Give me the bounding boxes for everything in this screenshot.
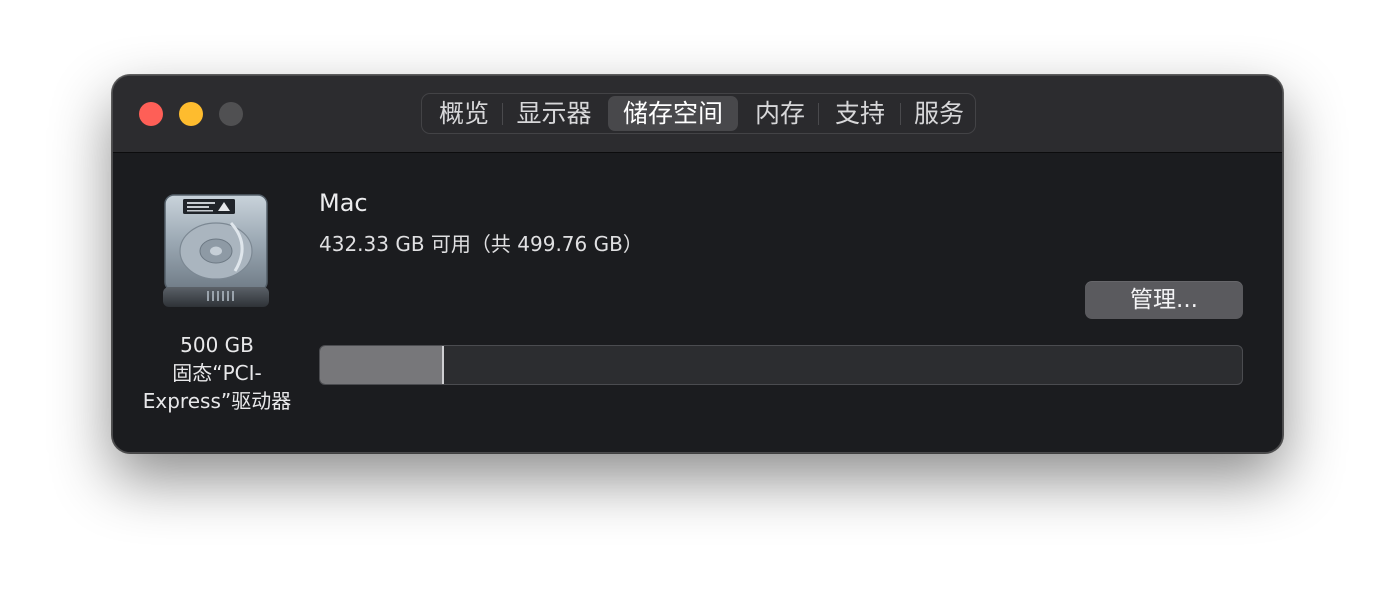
minimize-button[interactable] [179,102,203,126]
drive-capacity: 500 GB [180,333,254,357]
manage-button[interactable]: 管理... [1085,281,1243,319]
zoom-button [219,102,243,126]
tab-memory[interactable]: 内存 [744,96,816,131]
drive-type-line2: Express”驱动器 [142,389,292,413]
storage-used-segment [320,346,445,384]
tab-support[interactable]: 支持 [822,96,898,131]
storage-usage-bar [319,345,1243,385]
tab-overview[interactable]: 概览 [428,96,500,131]
volume-available-info: 432.33 GB 可用（共 499.76 GB） [319,232,643,256]
volume-name: Mac [319,189,368,217]
tab-separator [818,103,819,125]
segmented-tab-control: 概览 显示器 储存空间 内存 支持 服务 [421,93,976,134]
tab-displays[interactable]: 显示器 [504,96,604,131]
about-this-mac-window: 概览 显示器 储存空间 内存 支持 服务 500 GB 固态“PCI- Expr… [112,75,1283,453]
storage-panel: 500 GB 固态“PCI- Express”驱动器 Mac 432.33 GB… [113,153,1282,452]
hard-drive-icon [163,194,269,307]
tab-separator [900,103,901,125]
drive-type-line1: 固态“PCI- [172,361,262,385]
tab-service[interactable]: 服务 [902,96,976,131]
close-button[interactable] [139,102,163,126]
titlebar: 概览 显示器 储存空间 内存 支持 服务 [113,76,1282,153]
tab-storage[interactable]: 储存空间 [608,96,738,131]
drive-caption: 500 GB 固态“PCI- Express”驱动器 [127,331,307,415]
tab-separator [502,103,503,125]
